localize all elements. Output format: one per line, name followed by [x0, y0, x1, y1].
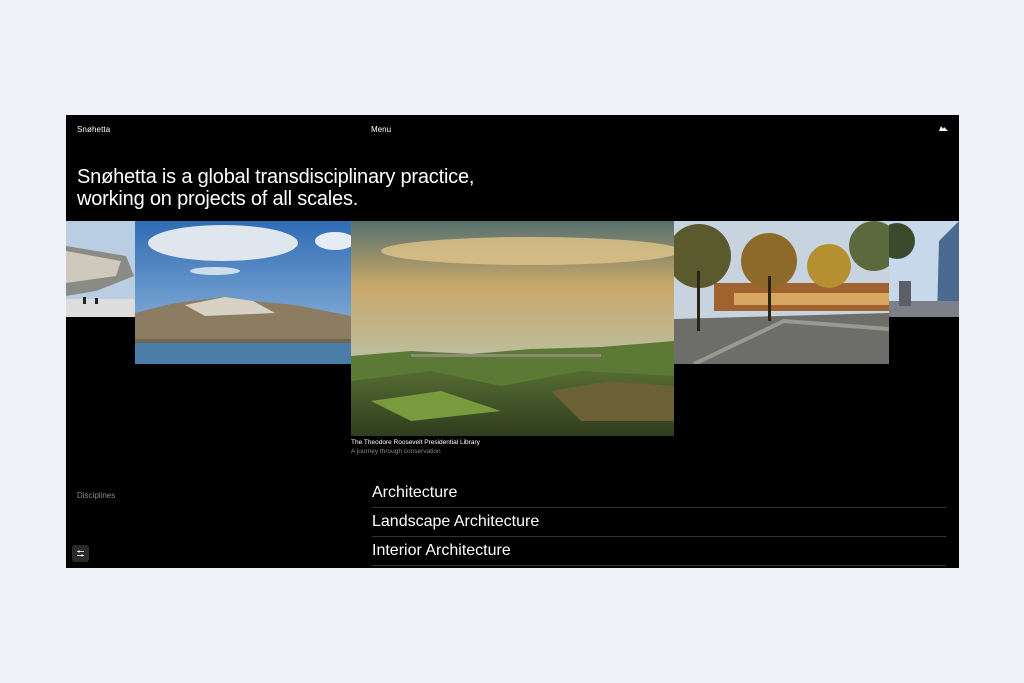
- project-image-presidential-library[interactable]: [351, 221, 674, 436]
- discipline-architecture[interactable]: Architecture: [372, 479, 946, 508]
- sliders-icon: [77, 550, 84, 557]
- disciplines-label: Disciplines: [77, 491, 116, 500]
- hero-headline: Snøhetta is a global transdisciplinary p…: [77, 166, 475, 210]
- site-window: Snøhetta Menu Snøhetta is a global trans…: [66, 115, 959, 568]
- featured-project-title[interactable]: The Theodore Roosevelt Presidential Libr…: [351, 439, 480, 446]
- menu-button[interactable]: Menu: [371, 125, 391, 134]
- discipline-landscape-architecture[interactable]: Landscape Architecture: [372, 508, 946, 537]
- project-image-tower[interactable]: [889, 221, 959, 317]
- snohetta-mark-icon[interactable]: [939, 125, 948, 132]
- disciplines-list: Architecture Landscape Architecture Inte…: [372, 479, 946, 566]
- discipline-interior-architecture[interactable]: Interior Architecture: [372, 537, 946, 566]
- featured-project-subtitle: A journey through conservation: [351, 448, 441, 455]
- project-image-sculpture[interactable]: [66, 221, 135, 317]
- filter-button[interactable]: [72, 545, 89, 562]
- site-logo[interactable]: Snøhetta: [77, 125, 110, 134]
- project-image-mountain-lake[interactable]: [135, 221, 351, 364]
- project-image-campus[interactable]: [674, 221, 889, 364]
